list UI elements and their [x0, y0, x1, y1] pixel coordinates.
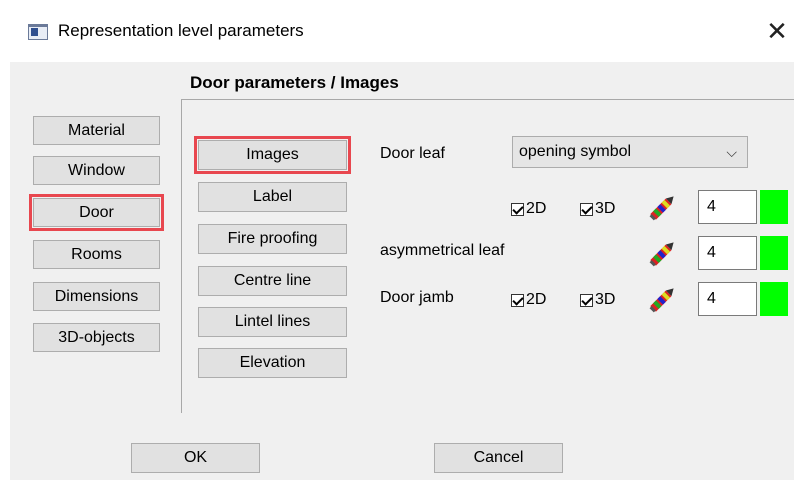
color-pen-icon[interactable] [646, 190, 680, 224]
category-rooms-button[interactable]: Rooms [33, 240, 160, 269]
checkbox-checked-icon [511, 202, 524, 216]
color-pen-icon[interactable] [646, 236, 680, 270]
title-bar: Representation level parameters ✕ [0, 0, 794, 62]
section-heading: Door parameters / Images [190, 73, 399, 92]
checkbox-checked-icon [580, 202, 593, 216]
door-leaf-dropdown[interactable]: opening symbol ⌵ [512, 136, 748, 168]
checkbox-checked-icon [511, 293, 524, 307]
category-dimensions-button[interactable]: Dimensions [33, 282, 160, 311]
close-icon[interactable]: ✕ [762, 14, 792, 48]
subcategory-centre-line-button[interactable]: Centre line [198, 266, 347, 296]
subcategory-fire-proofing-button[interactable]: Fire proofing [198, 224, 347, 254]
door-jamb-pen-value-input[interactable]: 4 [698, 282, 757, 316]
door-jamb-color-swatch[interactable] [760, 282, 788, 316]
window-title: Representation level parameters [58, 21, 304, 40]
door-leaf-dropdown-value: opening symbol [519, 143, 632, 160]
category-material-button[interactable]: Material [33, 116, 160, 145]
chevron-down-icon: ⌵ [726, 144, 737, 160]
subcategory-label-button[interactable]: Label [198, 182, 347, 212]
app-window-icon [28, 24, 48, 40]
subcategory-elevation-button[interactable]: Elevation [198, 348, 347, 378]
door-jamb-2d-label: 2D [526, 291, 547, 308]
asymmetrical-leaf-color-swatch[interactable] [760, 236, 788, 270]
door-jamb-3d-checkbox[interactable]: 3D [580, 291, 615, 309]
door-leaf-3d-checkbox[interactable]: 3D [580, 200, 615, 218]
door-jamb-2d-checkbox[interactable]: 2D [511, 291, 546, 309]
door-leaf-3d-label: 3D [595, 200, 616, 217]
category-door-button[interactable]: Door [29, 194, 164, 231]
ok-button[interactable]: OK [131, 443, 260, 473]
category-window-button[interactable]: Window [33, 156, 160, 185]
door-jamb-label: Door jamb [380, 289, 454, 306]
asymmetrical-leaf-label: asymmetrical leaf [380, 242, 505, 259]
asymmetrical-leaf-pen-value-input[interactable]: 4 [698, 236, 757, 270]
color-pen-icon[interactable] [646, 282, 680, 316]
door-leaf-pen-value-input[interactable]: 4 [698, 190, 757, 224]
cancel-button[interactable]: Cancel [434, 443, 563, 473]
door-jamb-3d-label: 3D [595, 291, 616, 308]
door-leaf-2d-checkbox[interactable]: 2D [511, 200, 546, 218]
subcategory-lintel-lines-button[interactable]: Lintel lines [198, 307, 347, 337]
door-leaf-color-swatch[interactable] [760, 190, 788, 224]
door-leaf-2d-label: 2D [526, 200, 547, 217]
door-leaf-label: Door leaf [380, 145, 445, 162]
subcategory-images-button[interactable]: Images [194, 136, 351, 174]
category-3d-objects-button[interactable]: 3D-objects [33, 323, 160, 352]
checkbox-checked-icon [580, 293, 593, 307]
